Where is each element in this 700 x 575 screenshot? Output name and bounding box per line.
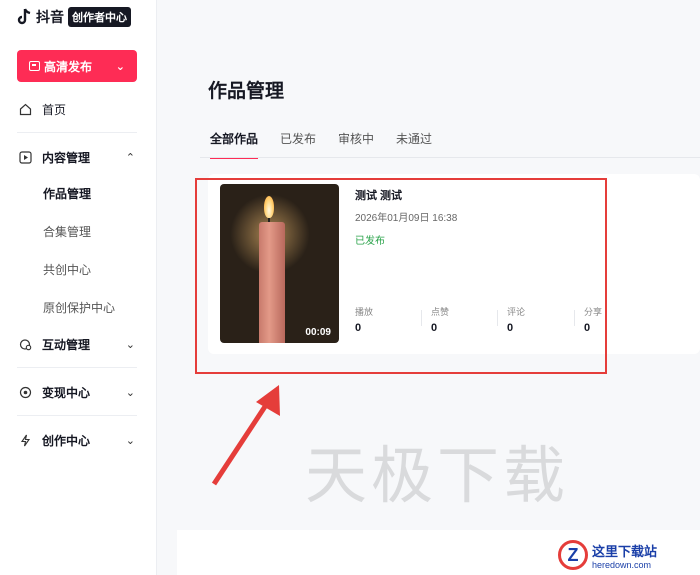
sidebar-subitem-collections[interactable]: 合集管理 [43,223,91,240]
highlight-box [195,178,607,374]
site-logo-url: heredown.com [592,559,652,570]
site-logo: Z 这里下载站 heredown.com [558,537,698,573]
site-logo-name: 这里下载站 [592,544,658,560]
sidebar-item-creation[interactable]: 创作中心 ⌄ [0,431,157,449]
sidebar-item-interaction[interactable]: 互动管理 ⌄ [0,335,157,353]
sidebar-item-monetize[interactable]: 变现中心 ⌄ [0,383,157,401]
sidebar-divider [17,415,137,416]
lightning-icon [18,433,32,447]
tab-reviewing[interactable]: 审核中 [338,130,374,159]
chevron-up-icon[interactable]: ⌃ [126,151,135,164]
chevron-down-icon[interactable]: ⌄ [126,434,135,447]
video-icon [18,150,32,164]
tabs-divider [200,157,700,158]
sidebar-subitem-original-protection[interactable]: 原创保护中心 [43,299,115,316]
page-title: 作品管理 [208,81,285,102]
tab-all-works[interactable]: 全部作品 [210,130,259,159]
sidebar-item-content[interactable]: 内容管理 ⌃ [0,148,157,166]
logo-name: 抖音 [36,9,64,25]
publish-button-label: 高清发布 [44,59,93,74]
sidebar-item-home[interactable]: 首页 [0,100,157,118]
watermark: 天极下载 [305,439,570,512]
annotation-arrow [211,385,280,486]
publish-button[interactable]: 高清发布 ⌄ [17,50,137,82]
sidebar: 抖音 创作者中心 高清发布 ⌄ 首页 内容管理 ⌃ 作品管理 合集管理 共创中心… [0,0,157,575]
sidebar-item-label: 内容管理 [42,150,91,165]
sidebar-item-label: 变现中心 [42,385,91,400]
sidebar-divider [17,367,137,368]
sidebar-item-label: 首页 [42,102,67,117]
logo-badge: 创作者中心 [68,7,131,27]
site-logo-mark: Z [558,540,588,570]
chevron-down-icon[interactable]: ⌄ [126,338,135,351]
sidebar-subitem-works[interactable]: 作品管理 [43,185,91,202]
douyin-note-icon [17,8,31,25]
upload-icon [29,61,40,71]
tab-bar: 全部作品 已发布 审核中 未通过 [210,130,454,159]
sidebar-subitem-cocreation[interactable]: 共创中心 [43,261,91,278]
chat-icon [18,337,32,351]
chevron-down-icon[interactable]: ⌄ [116,60,125,73]
sidebar-divider [17,132,137,133]
sidebar-item-label: 创作中心 [42,433,91,448]
douyin-logo[interactable]: 抖音 创作者中心 [16,6,131,28]
sidebar-item-label: 互动管理 [42,337,91,352]
tab-published[interactable]: 已发布 [280,130,316,159]
tab-rejected[interactable]: 未通过 [396,130,432,159]
chevron-down-icon[interactable]: ⌄ [126,386,135,399]
home-icon [18,102,32,116]
coin-icon [18,385,32,399]
